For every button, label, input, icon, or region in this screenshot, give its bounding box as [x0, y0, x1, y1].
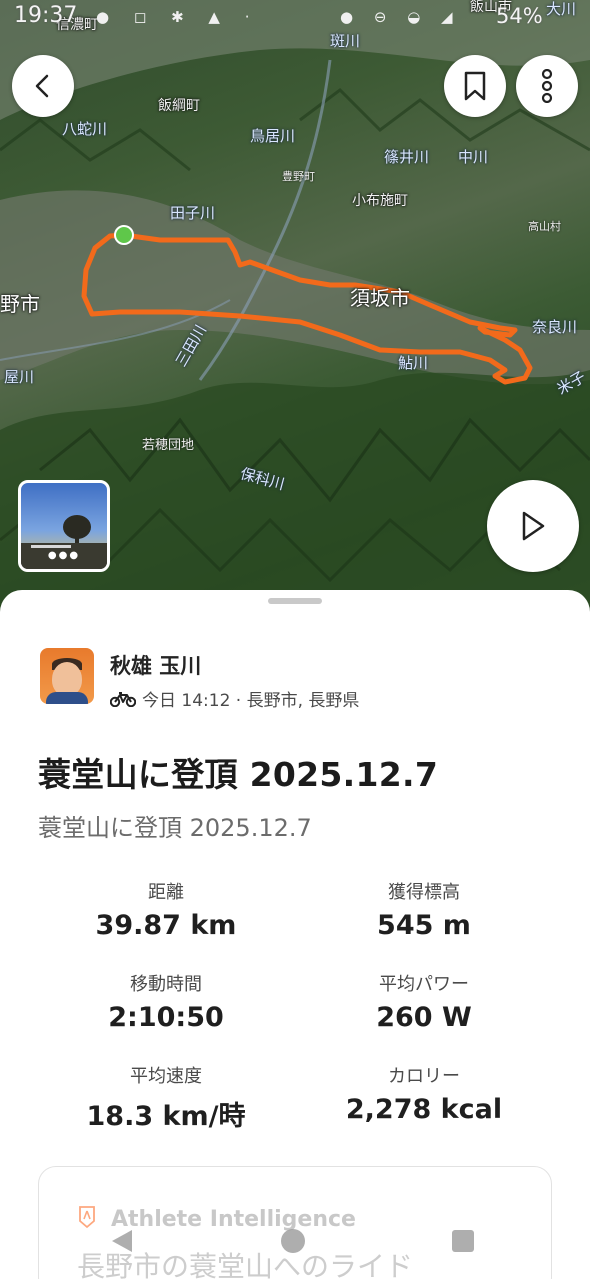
- status-time: 19:37: [14, 3, 78, 28]
- map-label: 豊野町: [282, 170, 315, 183]
- activity-description: 蓑堂山に登頂 2025.12.7: [38, 814, 312, 842]
- more-options-button[interactable]: [516, 55, 578, 117]
- activity-detail-sheet[interactable]: 秋雄 玉川 今日 14:12 · 長野市, 長野県 蓑堂山に登頂 2025.12…: [0, 590, 590, 1279]
- stat-elevation-gain: 獲得標高 545 m: [304, 878, 544, 941]
- photo-pager-dots: ●●●: [47, 550, 81, 561]
- map-label: 鳥居川: [250, 127, 296, 145]
- stat-label: 獲得標高: [388, 882, 460, 903]
- signal-icons: ● ⊖ ◒ ◢: [340, 8, 461, 26]
- stat-moving-time: 移動時間 2:10:50: [46, 970, 286, 1033]
- bike-icon: [110, 691, 136, 707]
- nav-back-icon[interactable]: [112, 1230, 132, 1252]
- battery-level: 54%: [496, 4, 543, 28]
- stat-avg-power: 平均パワー 260 W: [304, 970, 544, 1033]
- bookmark-button[interactable]: [444, 55, 506, 117]
- chevron-left-icon: [35, 74, 49, 98]
- stat-avg-speed: 平均速度 18.3 km/時: [46, 1062, 286, 1133]
- stat-value: 2:10:50: [108, 1002, 224, 1033]
- map-label: 奈良川: [532, 318, 578, 336]
- map-label: 若穂団地: [142, 438, 195, 453]
- map-label: 飯綱町: [158, 98, 200, 114]
- nav-home-icon[interactable]: [281, 1229, 305, 1253]
- map-label: 篠井川: [384, 148, 430, 166]
- system-nav-bar: [0, 1222, 590, 1262]
- athlete-name[interactable]: 秋雄 玉川: [110, 650, 201, 680]
- activity-meta-text: 今日 14:12 · 長野市, 長野県: [142, 691, 360, 711]
- nav-recents-icon[interactable]: [452, 1230, 474, 1252]
- stat-label: 移動時間: [130, 974, 202, 995]
- avatar-shirt: [46, 692, 88, 704]
- status-bar: 19:37 ● ◻ ✱ ▲ · ● ⊖ ◒ ◢ 54%: [0, 0, 590, 34]
- map-label: 屋川: [4, 368, 35, 386]
- bookmark-icon: [464, 71, 486, 101]
- more-vertical-icon: [541, 69, 553, 103]
- stat-value: 2,278 kcal: [345, 1094, 503, 1125]
- map-label: 鮎川: [398, 354, 429, 372]
- stat-value: 39.87 km: [95, 910, 237, 941]
- map-label: 田子川: [170, 204, 216, 222]
- stat-label: 距離: [148, 882, 184, 903]
- stat-calories: カロリー 2,278 kcal: [304, 1062, 544, 1125]
- route-map[interactable]: 信濃町 飯山市 大川 斑川 飯綱町 八蛇川 鳥居川 篠井川 中川 豊野町 小布施…: [0, 0, 590, 620]
- stat-label: 平均速度: [130, 1066, 202, 1087]
- stat-distance: 距離 39.87 km: [46, 878, 286, 941]
- start-marker: [114, 225, 134, 245]
- notification-icons: ● ◻ ✱ ▲ ·: [96, 8, 260, 26]
- map-label: 中川: [458, 148, 489, 166]
- play-icon: [522, 511, 545, 541]
- map-label: 八蛇川: [62, 120, 108, 138]
- stat-label: カロリー: [388, 1066, 460, 1087]
- map-label: 高山村: [528, 220, 561, 233]
- activity-photo-thumbnail[interactable]: ●●●: [18, 480, 110, 572]
- stat-value: 18.3 km/時: [86, 1101, 246, 1132]
- stat-label: 平均パワー: [379, 974, 469, 995]
- map-label: 野市: [0, 292, 40, 316]
- map-label: 須坂市: [350, 286, 410, 310]
- sheet-drag-handle[interactable]: [268, 598, 322, 604]
- stat-value: 260 W: [376, 1002, 472, 1033]
- map-label: 小布施町: [352, 193, 408, 209]
- avatar-face: [52, 662, 82, 696]
- back-button[interactable]: [12, 55, 74, 117]
- activity-title: 蓑堂山に登頂 2025.12.7: [38, 755, 439, 794]
- avatar[interactable]: [40, 648, 94, 704]
- activity-meta: 今日 14:12 · 長野市, 長野県: [110, 686, 359, 711]
- stat-value: 545 m: [377, 910, 471, 941]
- play-flyover-button[interactable]: [487, 480, 579, 572]
